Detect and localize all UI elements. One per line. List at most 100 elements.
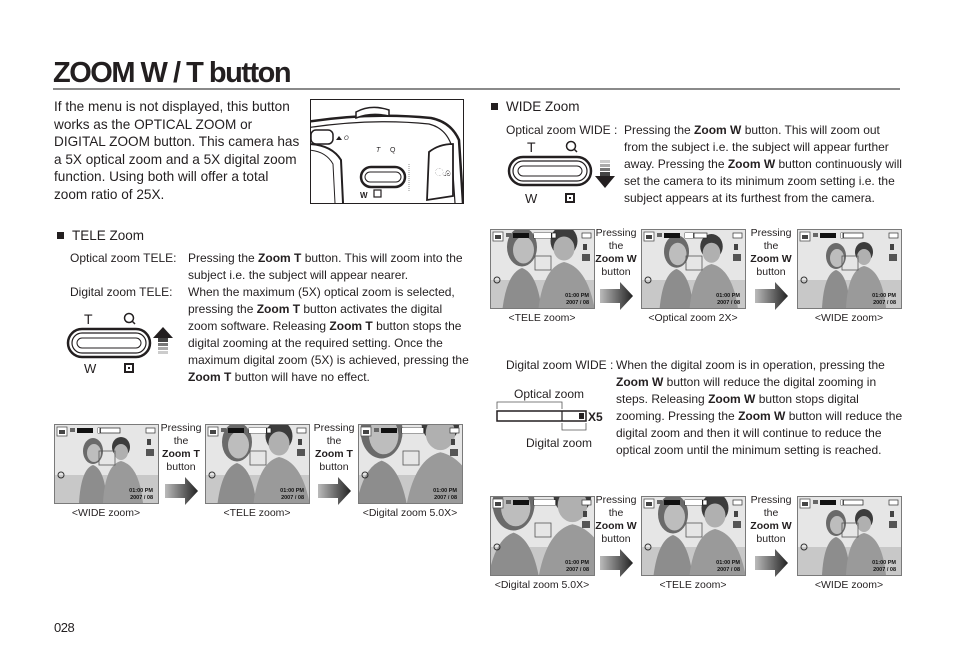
camera-lcd-photo: 01:00 PM 2007 / 08 xyxy=(55,425,158,503)
bullet-square-icon xyxy=(57,231,64,239)
svg-text:2007 / 08: 2007 / 08 xyxy=(717,567,740,573)
wide-heading-text: WIDE Zoom xyxy=(506,99,580,114)
press-text-line2: the xyxy=(763,507,779,519)
svg-text:W: W xyxy=(360,191,368,200)
zoom-screenshot-tele: 01:00 PM 2007 / 08 xyxy=(490,229,595,309)
svg-text:2007 / 08: 2007 / 08 xyxy=(566,567,589,573)
pressing-instruction: Pressing the Zoom Wbutton xyxy=(591,494,641,546)
svg-text:2007 / 08: 2007 / 08 xyxy=(130,495,153,501)
page-number: 028 xyxy=(54,620,75,635)
press-text-line1: Pressing xyxy=(750,494,792,506)
svg-text:01:00 PM: 01:00 PM xyxy=(433,488,457,494)
press-text-line3: Zoom T xyxy=(162,448,200,460)
press-text-line3: Zoom W xyxy=(595,520,637,532)
svg-text:01:00 PM: 01:00 PM xyxy=(872,560,896,566)
arrow-right-icon xyxy=(600,549,634,577)
screenshot-caption: <TELE zoom> xyxy=(659,579,727,591)
title-divider xyxy=(53,88,900,90)
screenshot-caption: <WIDE zoom> xyxy=(71,507,141,519)
svg-text:T: T xyxy=(84,311,93,327)
screenshot-caption: <Digital zoom 5.0X> xyxy=(494,579,590,591)
zoom-lever-icon: T W xyxy=(66,311,173,376)
zoom-max-label: X5 xyxy=(588,410,603,424)
camera-lcd-photo: 01:00 PM 2007 / 08 xyxy=(798,497,901,575)
arrow-right-icon xyxy=(165,477,198,505)
zoom-screenshot-optical2x: 01:00 PM 2007 / 08 xyxy=(641,229,746,309)
camera-lcd-photo: 01:00 PM 2007 / 08 xyxy=(491,230,594,308)
camera-lcd-photo: 01:00 PM 2007 / 08 xyxy=(642,497,745,575)
wide-zoom-heading: WIDE Zoom xyxy=(491,99,580,115)
press-text-line4: button xyxy=(319,461,349,473)
button-name-bold: Zoom T xyxy=(329,319,373,333)
svg-text:01:00 PM: 01:00 PM xyxy=(716,560,740,566)
svg-text:O: O xyxy=(344,136,349,142)
button-name-bold: Zoom W xyxy=(708,392,756,406)
svg-text:01:00 PM: 01:00 PM xyxy=(565,560,589,566)
button-name-bold: Zoom W xyxy=(738,409,786,423)
arrow-right-icon xyxy=(600,282,634,310)
screenshot-caption: <TELE zoom> xyxy=(508,312,576,324)
svg-text:ೂ: ೂ xyxy=(435,167,451,179)
pressing-instruction: Pressing the Zoom Tbutton xyxy=(309,422,359,474)
svg-text:Q: Q xyxy=(390,147,396,154)
screenshot-caption: <Optical zoom 2X> xyxy=(648,312,738,324)
pressing-instruction: Pressing the Zoom Wbutton xyxy=(746,227,796,279)
svg-text:2007 / 08: 2007 / 08 xyxy=(281,495,304,501)
tele-zoom-heading: TELE Zoom xyxy=(57,228,144,244)
press-text-line4: button xyxy=(601,533,631,545)
arrow-right-icon xyxy=(318,477,351,505)
svg-text:01:00 PM: 01:00 PM xyxy=(872,293,896,299)
button-name-bold: Zoom T xyxy=(188,370,232,384)
arrow-right-icon xyxy=(318,477,352,505)
arrow-right-icon xyxy=(755,549,789,577)
svg-text:2007 / 08: 2007 / 08 xyxy=(566,300,589,306)
press-text-line2: the xyxy=(326,435,342,447)
page-title: ZOOM W / T button xyxy=(53,57,292,89)
press-text-line2: the xyxy=(173,435,189,447)
svg-text:2007 / 08: 2007 / 08 xyxy=(873,300,896,306)
pressing-instruction: Pressing the Zoom Wbutton xyxy=(591,227,641,279)
zoom-screenshot-tele: 01:00 PM 2007 / 08 xyxy=(205,424,310,504)
zoom-screenshot-wide: 01:00 PM 2007 / 08 xyxy=(54,424,159,504)
zoom-lever-icon: T W xyxy=(507,139,615,206)
svg-text:W: W xyxy=(84,361,97,376)
button-name-bold: Zoom W xyxy=(727,157,776,171)
button-name-bold: Zoom T xyxy=(256,302,301,316)
intro-paragraph: If the menu is not displayed, this butto… xyxy=(54,99,300,202)
zoom-screenshot-wide: 01:00 PM 2007 / 08 xyxy=(797,496,902,576)
bullet-square-icon xyxy=(491,102,498,110)
arrow-down-icon xyxy=(595,176,615,188)
camera-body-icon: T Q W ೂ O xyxy=(311,106,463,203)
zoom-button-diagram-tele: T W xyxy=(66,309,176,379)
arrow-right-icon xyxy=(600,549,633,577)
camera-lcd-photo: 01:00 PM 2007 / 08 xyxy=(491,497,594,575)
button-name-bold: Zoom T xyxy=(258,251,302,265)
svg-text:T: T xyxy=(376,147,381,154)
press-text-line1: Pressing xyxy=(595,494,637,506)
press-text-line4: button xyxy=(756,266,786,278)
screenshot-caption: <TELE zoom> xyxy=(223,507,291,519)
press-text-line3: Zoom W xyxy=(750,520,792,532)
arrow-up-icon xyxy=(153,327,173,338)
zoom-screenshot-digital: 01:00 PM 2007 / 08 xyxy=(358,424,463,504)
press-text-line1: Pressing xyxy=(160,422,202,434)
svg-text:01:00 PM: 01:00 PM xyxy=(129,488,153,494)
press-text-line4: button xyxy=(601,266,631,278)
arrow-right-icon xyxy=(165,477,199,505)
zoom-screenshot-digital: 01:00 PM 2007 / 08 xyxy=(490,496,595,576)
press-text-line3: Zoom W xyxy=(595,253,637,265)
zoom-bar-diagram: Optical zoom X5 Digital zoom xyxy=(496,386,608,454)
digital-zoom-tele-label: Digital zoom TELE: xyxy=(70,285,173,299)
press-text-line4: button xyxy=(166,461,196,473)
optical-zoom-wide-text: Pressing the Zoom W button. This will zo… xyxy=(624,123,902,205)
pressing-instruction: Pressing the Zoom Tbutton xyxy=(156,422,206,474)
digital-zoom-wide-text: When the digital zoom is in operation, p… xyxy=(616,358,903,457)
camera-lcd-photo: 01:00 PM 2007 / 08 xyxy=(642,230,745,308)
press-text-line1: Pressing xyxy=(313,422,355,434)
press-text-line2: the xyxy=(608,240,624,252)
optical-zoom-tele-text: Pressing the Zoom T button. This will zo… xyxy=(188,251,463,282)
zoom-button-diagram-wide: T W xyxy=(505,138,620,208)
arrow-right-icon xyxy=(755,282,788,310)
camera-lcd-photo: 01:00 PM 2007 / 08 xyxy=(798,230,901,308)
camera-lcd-photo: 01:00 PM 2007 / 08 xyxy=(206,425,309,503)
